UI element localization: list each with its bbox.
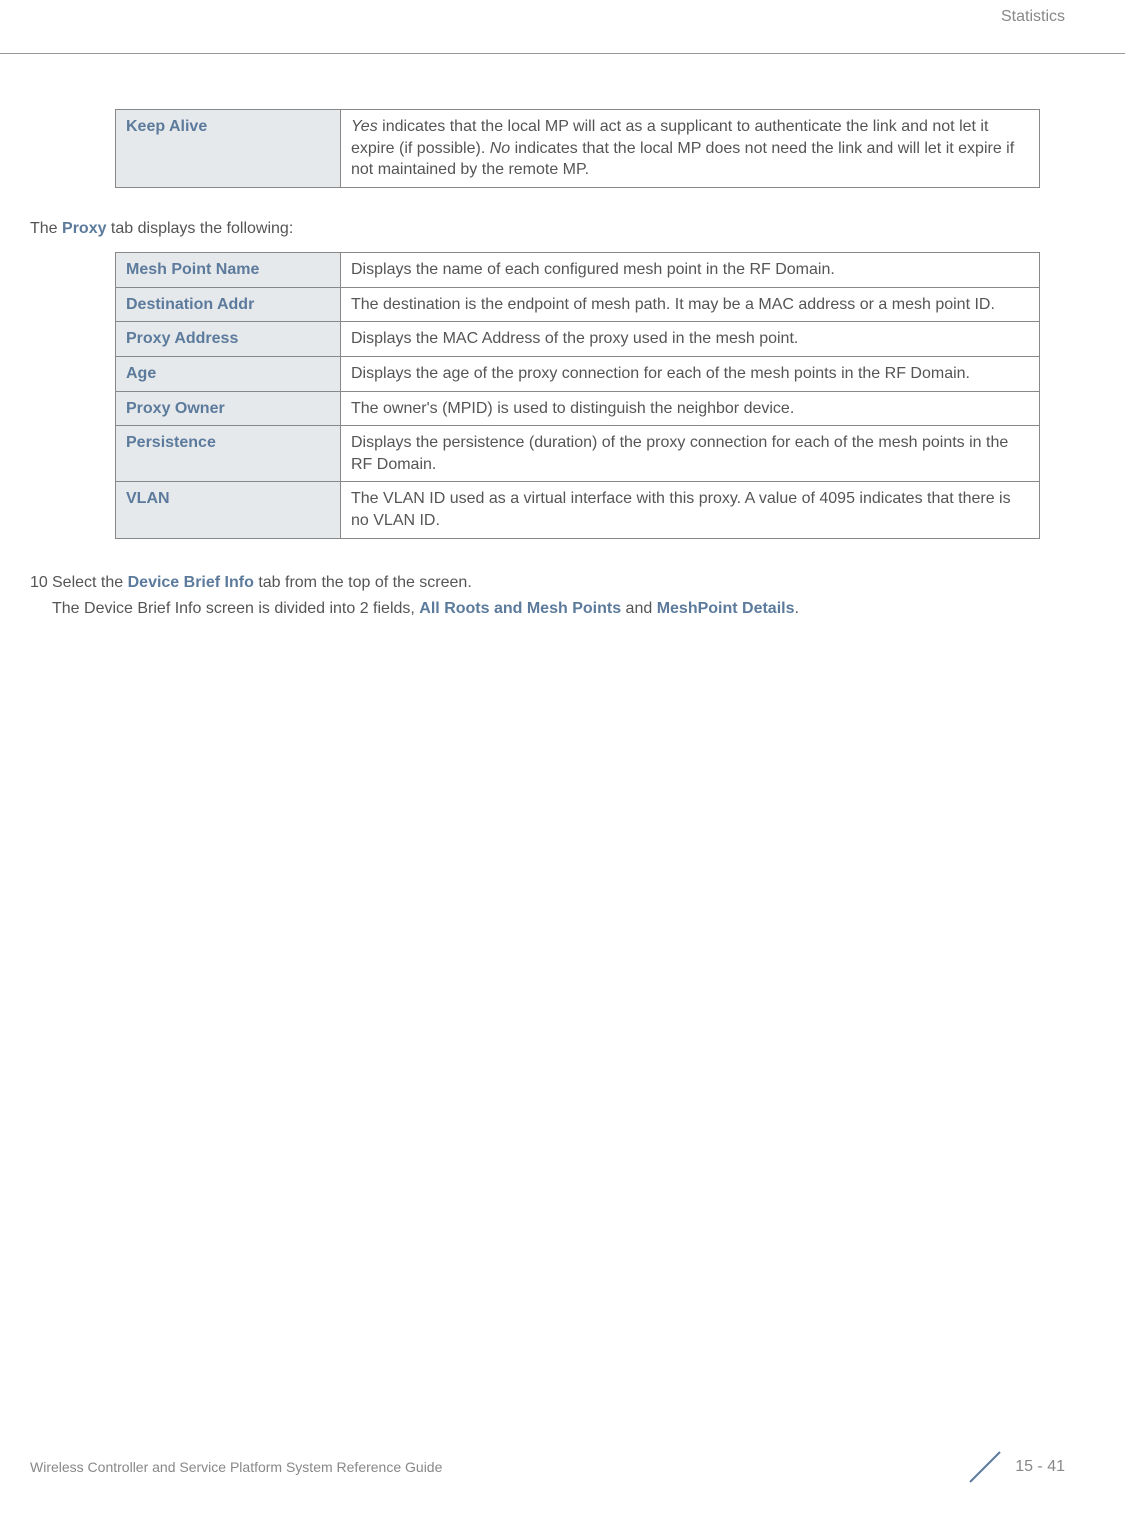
intro-bold: Proxy: [62, 220, 106, 237]
line2-bold2: MeshPoint Details: [657, 600, 795, 617]
row-desc: Displays the persistence (duration) of t…: [341, 426, 1040, 482]
proxy-table: Mesh Point Name Displays the name of eac…: [115, 252, 1040, 538]
table-row: Keep Alive Yes indicates that the local …: [116, 110, 1040, 188]
row-desc: The VLAN ID used as a virtual interface …: [341, 482, 1040, 538]
step-number: 10: [30, 574, 52, 592]
proxy-intro: The Proxy tab displays the following:: [30, 218, 1040, 240]
yes-italic: Yes: [351, 118, 378, 135]
table-row: Proxy Owner The owner's (MPID) is used t…: [116, 391, 1040, 426]
row-label: Keep Alive: [116, 110, 341, 188]
footer-title: Wireless Controller and Service Platform…: [30, 1459, 442, 1475]
row-label: Age: [116, 356, 341, 391]
step-line2: The Device Brief Info screen is divided …: [52, 600, 1040, 618]
table-row: Proxy Address Displays the MAC Address o…: [116, 322, 1040, 357]
row-desc: The owner's (MPID) is used to distinguis…: [341, 391, 1040, 426]
step-body: Select the Device Brief Info tab from th…: [52, 574, 472, 592]
row-label: Persistence: [116, 426, 341, 482]
row-desc: Displays the MAC Address of the proxy us…: [341, 322, 1040, 357]
header-section: Statistics: [0, 0, 1125, 28]
line2-bold1: All Roots and Mesh Points: [419, 600, 621, 617]
line2-prefix: The Device Brief Info screen is divided …: [52, 600, 419, 617]
step-10: 10 Select the Device Brief Info tab from…: [30, 574, 1040, 592]
table-row: Mesh Point Name Displays the name of eac…: [116, 253, 1040, 288]
slash-icon: [965, 1447, 1005, 1487]
line2-mid: and: [621, 600, 657, 617]
row-desc: Yes indicates that the local MP will act…: [341, 110, 1040, 188]
step-prefix: Select the: [52, 574, 128, 591]
page-number: 15 - 41: [1015, 1458, 1065, 1476]
table-row: Age Displays the age of the proxy connec…: [116, 356, 1040, 391]
row-desc: Displays the name of each configured mes…: [341, 253, 1040, 288]
footer: Wireless Controller and Service Platform…: [0, 1447, 1125, 1487]
keep-alive-table: Keep Alive Yes indicates that the local …: [115, 109, 1040, 188]
row-desc: Displays the age of the proxy connection…: [341, 356, 1040, 391]
header-rule: [0, 53, 1125, 54]
table-row: Destination Addr The destination is the …: [116, 287, 1040, 322]
step-bold: Device Brief Info: [128, 574, 254, 591]
no-italic: No: [490, 140, 510, 157]
table-row: VLAN The VLAN ID used as a virtual inter…: [116, 482, 1040, 538]
row-label: Destination Addr: [116, 287, 341, 322]
intro-suffix: tab displays the following:: [106, 220, 293, 237]
row-label: Mesh Point Name: [116, 253, 341, 288]
row-desc: The destination is the endpoint of mesh …: [341, 287, 1040, 322]
row-label: Proxy Address: [116, 322, 341, 357]
row-label: VLAN: [116, 482, 341, 538]
step-suffix: tab from the top of the screen.: [254, 574, 472, 591]
line2-suffix: .: [795, 600, 799, 617]
row-label: Proxy Owner: [116, 391, 341, 426]
intro-prefix: The: [30, 220, 62, 237]
table-row: Persistence Displays the persistence (du…: [116, 426, 1040, 482]
